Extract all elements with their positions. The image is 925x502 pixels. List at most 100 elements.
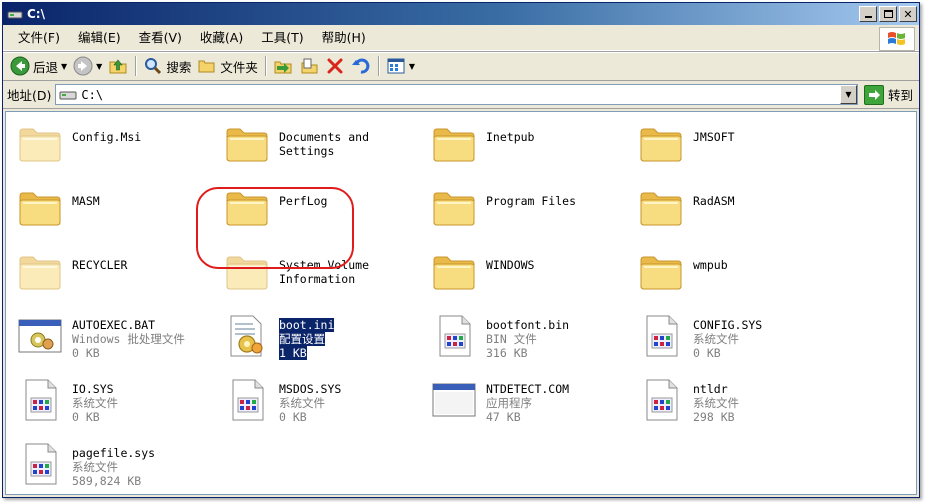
delete-button[interactable]	[322, 54, 348, 78]
toolbar-separator	[135, 56, 137, 76]
forward-dropdown-icon[interactable]: ▼	[96, 62, 102, 71]
go-label: 转到	[887, 88, 913, 103]
move-to-button[interactable]	[270, 54, 296, 78]
address-bar: 地址(D) C:\ ▼ 转到	[3, 81, 919, 109]
file-item[interactable]: bootfont.bin BIN 文件 316 KB	[430, 312, 635, 360]
file-size: 1 KB	[279, 346, 307, 360]
file-name: CONFIG.SYS	[693, 318, 763, 332]
system-file-icon	[637, 376, 685, 424]
menu-view[interactable]: 查看(V)	[130, 28, 191, 48]
toolbar-separator	[377, 56, 379, 76]
address-input[interactable]: C:\ ▼	[55, 84, 858, 105]
folder-icon	[16, 184, 64, 232]
move-to-icon	[274, 61, 292, 74]
file-size: 0 KB	[72, 346, 100, 360]
file-size: 0 KB	[279, 410, 307, 424]
go-arrow-icon	[863, 84, 884, 105]
folder-item[interactable]: Program Files	[430, 184, 635, 232]
folder-name: Inetpub	[486, 130, 535, 144]
close-button[interactable]: ✕	[899, 6, 917, 22]
file-type: 系统文件	[279, 396, 325, 410]
folder-name: RECYCLER	[72, 258, 128, 272]
folders-label: 文件夹	[220, 59, 258, 75]
file-name: ntldr	[693, 382, 728, 396]
search-button[interactable]: 搜索	[140, 54, 194, 78]
folder-item[interactable]: RECYCLER	[16, 248, 221, 296]
address-value: C:\	[81, 87, 104, 102]
file-type: 系统文件	[693, 396, 739, 410]
batch-file-icon	[16, 312, 64, 360]
folders-button[interactable]: 文件夹	[194, 54, 261, 78]
folder-icon	[637, 184, 685, 232]
file-item[interactable]: AUTOEXEC.BAT Windows 批处理文件 0 KB	[16, 312, 221, 360]
file-item[interactable]: ntldr 系统文件 298 KB	[637, 376, 842, 424]
file-name: NTDETECT.COM	[486, 382, 570, 396]
folder-icon	[16, 248, 64, 296]
folder-item[interactable]: Config.Msi	[16, 120, 221, 168]
folder-icon	[637, 120, 685, 168]
file-list-pane[interactable]: Config.Msi Documents and Settings Inetpub J…	[5, 111, 917, 495]
folder-icon	[223, 120, 271, 168]
folder-name: Config.Msi	[72, 130, 142, 144]
folder-icon	[430, 120, 478, 168]
file-type: BIN 文件	[486, 332, 537, 346]
file-item[interactable]: MSDOS.SYS 系统文件 0 KB	[223, 376, 428, 424]
folder-name: JMSOFT	[693, 130, 735, 144]
file-item[interactable]: IO.SYS 系统文件 0 KB	[16, 376, 221, 424]
folder-item[interactable]: Documents and Settings	[223, 120, 428, 168]
drive-icon	[59, 91, 77, 99]
folder-item[interactable]: wmpub	[637, 248, 842, 296]
file-type: Windows 批处理文件	[72, 332, 185, 346]
back-dropdown-icon[interactable]: ▼	[61, 62, 67, 71]
folder-item[interactable]: MASM	[16, 184, 221, 232]
file-item[interactable]: CONFIG.SYS 系统文件 0 KB	[637, 312, 842, 360]
views-button[interactable]: ▼	[383, 54, 418, 78]
folder-name: RadASM	[693, 194, 735, 208]
folder-item[interactable]: Inetpub	[430, 120, 635, 168]
menu-edit[interactable]: 编辑(E)	[69, 28, 130, 48]
file-item[interactable]: pagefile.sys 系统文件 589,824 KB	[16, 440, 221, 488]
folder-item[interactable]: JMSOFT	[637, 120, 842, 168]
file-name: IO.SYS	[72, 382, 114, 396]
back-label: 后退	[33, 59, 59, 75]
file-type: 应用程序	[486, 396, 532, 410]
file-name: MSDOS.SYS	[279, 382, 342, 396]
folder-item[interactable]: WINDOWS	[430, 248, 635, 296]
search-icon	[145, 58, 162, 75]
back-button[interactable]: 后退 ▼	[7, 54, 70, 78]
file-item[interactable]: boot.ini 配置设置 1 KB	[223, 312, 428, 360]
explorer-window: C:\ ✕ 文件(F) 编辑(E) 查看(V) 收藏(A) 工具(T) 帮助(H…	[2, 2, 920, 498]
menu-file[interactable]: 文件(F)	[9, 28, 69, 48]
folder-icon	[16, 120, 64, 168]
system-file-icon	[637, 312, 685, 360]
folder-icon	[430, 248, 478, 296]
title-bar[interactable]: C:\ ✕	[3, 3, 919, 25]
file-name: bootfont.bin	[486, 318, 570, 332]
file-size: 316 KB	[486, 346, 528, 360]
go-button[interactable]: 转到	[863, 84, 913, 105]
address-label: 地址(D)	[7, 88, 52, 103]
address-dropdown-button[interactable]: ▼	[839, 85, 857, 104]
maximize-icon	[883, 10, 893, 18]
forward-button[interactable]: ▼	[70, 54, 105, 78]
menu-bar: 文件(F) 编辑(E) 查看(V) 收藏(A) 工具(T) 帮助(H)	[3, 25, 919, 51]
file-type: 配置设置	[279, 332, 325, 346]
file-item[interactable]: NTDETECT.COM 应用程序 47 KB	[430, 376, 635, 424]
maximize-button[interactable]	[879, 6, 897, 22]
folder-item[interactable]: RadASM	[637, 184, 842, 232]
undo-button[interactable]	[348, 54, 374, 78]
menu-favorites[interactable]: 收藏(A)	[191, 28, 252, 48]
menu-tools[interactable]: 工具(T)	[252, 28, 312, 48]
up-folder-button[interactable]	[105, 54, 131, 78]
menu-help[interactable]: 帮助(H)	[313, 28, 375, 48]
system-file-icon	[16, 376, 64, 424]
minimize-button[interactable]	[859, 6, 877, 22]
folder-name: WINDOWS	[486, 258, 535, 272]
up-folder-icon	[109, 59, 127, 74]
undo-icon	[351, 58, 370, 74]
views-dropdown-icon[interactable]: ▼	[409, 62, 415, 71]
highlight-annotation	[196, 187, 354, 269]
delete-icon	[327, 58, 343, 74]
folder-name: wmpub	[693, 258, 728, 272]
copy-to-button[interactable]	[296, 54, 322, 78]
